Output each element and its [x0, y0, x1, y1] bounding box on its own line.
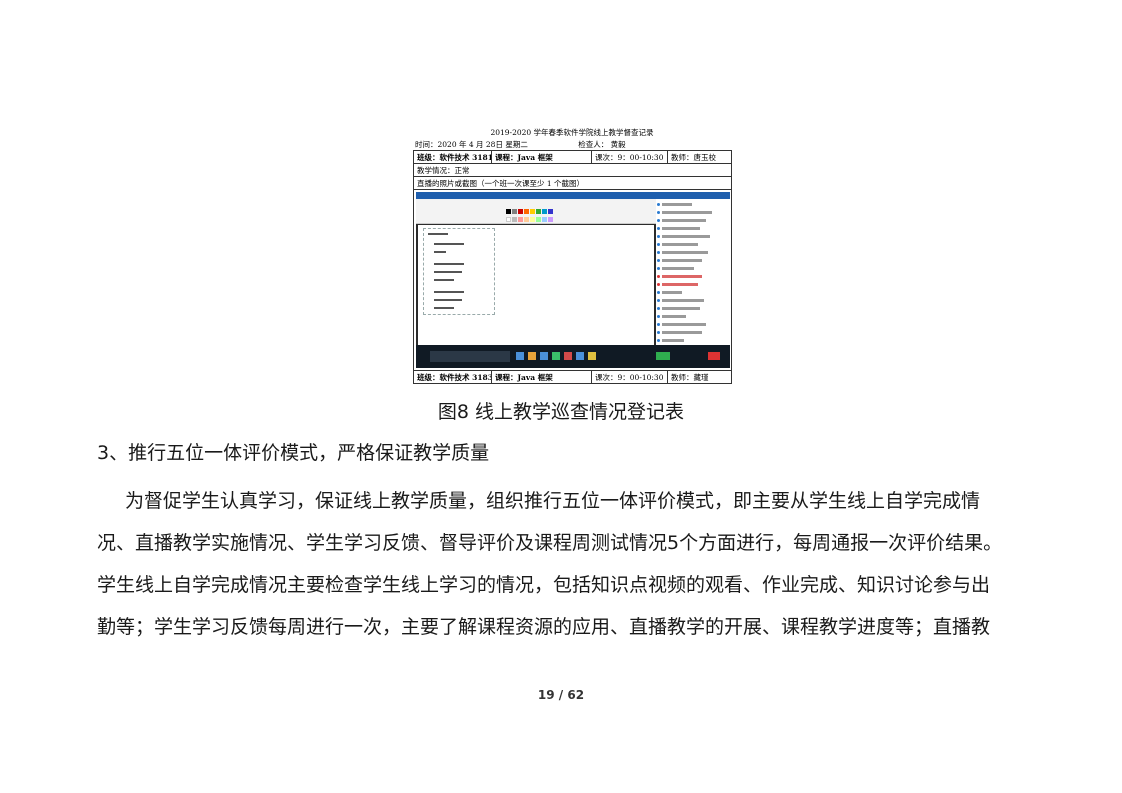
- paragraph-line: 学生线上自学完成情况主要检查学生线上学习的情况，包括知识点视频的观看、作业完成、…: [97, 574, 991, 596]
- form-date: 时间：2020 年 4 月 28日 星期二: [415, 140, 528, 149]
- windows-taskbar: [416, 345, 730, 368]
- live-screenshot-cell: [413, 189, 732, 371]
- row1-teacher: 教师：唐玉校: [667, 150, 732, 164]
- row1-session: 课次：9：00-10:30: [591, 150, 668, 164]
- paragraph-line: 况、直播教学实施情况、学生学习反馈、督导评价及课程周测试情况5个方面进行，每周通…: [97, 532, 1003, 554]
- color-palette: [506, 209, 556, 223]
- live-class-screenshot: [416, 192, 730, 368]
- paragraph-line: 勤等；学生学习反馈每周进行一次，主要了解课程资源的应用、直播教学的开展、课程教学…: [97, 616, 991, 638]
- row2-teacher: 教师：藏瑾: [667, 370, 732, 384]
- section-heading: 3、推行五位一体评价模式，严格保证教学质量: [97, 442, 490, 464]
- form-table: 班级：软件技术 3181 课程：Java 框架 课次：9：00-10:30 教师…: [413, 150, 732, 384]
- participant-list: [656, 199, 730, 345]
- row1-class: 班级：软件技术 3181: [413, 150, 492, 164]
- form-row-1: 班级：软件技术 3181 课程：Java 框架 课次：9：00-10:30 教师…: [413, 150, 732, 164]
- form-title: 2019-2020 学年春季软件学院线上教学督查记录: [490, 128, 654, 137]
- body-paragraph: 为督促学生认真学习，保证线上教学质量，组织推行五位一体评价模式，即主要从学生线上…: [97, 480, 1027, 648]
- form-row-2: 班级：软件技术 3183 课程：Java 框架 课次：9：00-10:30 教师…: [413, 370, 732, 384]
- paint-ribbon: [416, 199, 656, 224]
- page-number: 19 / 62: [537, 688, 585, 702]
- paint-canvas: [418, 225, 654, 345]
- form-photo-label: 直播的照片或截图（一个班一次课至少 1 个截图）: [413, 176, 732, 190]
- row2-course: 课程：Java 框架: [491, 370, 592, 384]
- row2-class: 班级：软件技术 3183: [413, 370, 492, 384]
- row1-course: 课程：Java 框架: [491, 150, 592, 164]
- form-status: 教学情况：正常: [413, 163, 732, 177]
- figure-caption: 图8 线上教学巡查情况登记表: [437, 401, 685, 423]
- row2-session: 课次：9：00-10:30: [591, 370, 668, 384]
- app-title-bar: [416, 192, 730, 199]
- paragraph-line: 为督促学生认真学习，保证线上教学质量，组织推行五位一体评价模式，即主要从学生线上…: [125, 490, 981, 512]
- inspection-form: 2019-2020 学年春季软件学院线上教学督查记录 时间：2020 年 4 月…: [413, 127, 732, 384]
- form-inspector: 检查人： 黄毅: [578, 140, 626, 149]
- form-meta: 时间：2020 年 4 月 28日 星期二 检查人： 黄毅: [415, 139, 634, 150]
- taskbar-search: [430, 351, 510, 362]
